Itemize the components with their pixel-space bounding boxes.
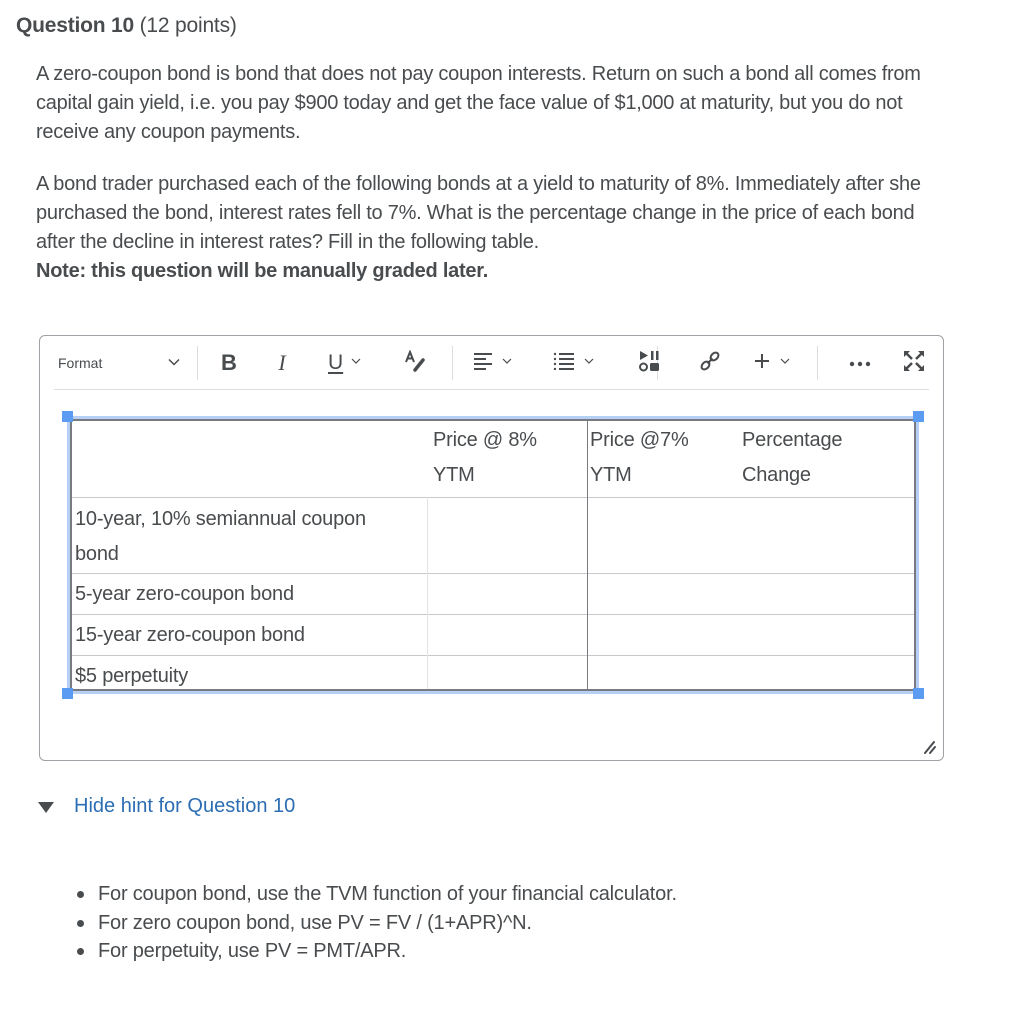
row-label-perpetuity[interactable]: $5 perpetuity	[75, 659, 188, 694]
bulleted-list-icon	[553, 352, 575, 375]
question-title: Question 10 (12 points)	[16, 14, 237, 38]
hint-item: For coupon bond, use the TVM function of…	[76, 880, 677, 909]
italic-icon: I	[278, 350, 286, 375]
align-dropdown[interactable]	[473, 348, 523, 378]
align-left-icon	[473, 352, 493, 375]
row-divider	[72, 497, 914, 498]
underline-icon: U	[328, 351, 344, 374]
insert-link-button[interactable]	[697, 348, 723, 378]
row-divider	[72, 614, 914, 615]
question-body: A bond trader purchased each of the foll…	[36, 173, 921, 253]
more-icon	[849, 354, 871, 372]
header-line: Price @ 8%	[433, 429, 537, 451]
row-divider	[72, 573, 914, 574]
answer-table[interactable]: Price @ 8% YTM Price @7% YTM Percentage …	[62, 411, 924, 699]
text-color-icon	[403, 348, 427, 377]
row-label-line: bond	[75, 543, 119, 565]
bold-icon: B	[221, 350, 237, 375]
resize-grip-icon[interactable]	[921, 738, 937, 754]
insert-media-button[interactable]	[637, 348, 663, 378]
bold-button[interactable]: B	[217, 348, 241, 378]
table-resize-handle[interactable]	[62, 411, 73, 422]
format-dropdown[interactable]: Format	[58, 348, 188, 378]
italic-button[interactable]: I	[272, 348, 292, 378]
toolbar-divider	[197, 346, 198, 380]
chevron-down-icon	[168, 358, 180, 368]
header-price-8[interactable]: Price @ 8% YTM	[433, 423, 537, 493]
question-paragraph-1: A zero-coupon bond is bond that does not…	[36, 63, 921, 143]
media-icon	[638, 350, 662, 377]
table-resize-handle[interactable]	[913, 688, 924, 699]
row-label-5yr-zero[interactable]: 5-year zero-coupon bond	[75, 577, 294, 612]
toolbar-divider	[817, 346, 818, 380]
question-paragraph-2: A bond trader purchased each of the foll…	[36, 170, 946, 286]
header-line: Change	[742, 464, 811, 486]
link-icon	[698, 349, 722, 378]
table-resize-handle[interactable]	[62, 688, 73, 699]
fullscreen-button[interactable]	[902, 348, 926, 378]
column-divider	[587, 421, 588, 689]
format-label: Format	[58, 355, 103, 371]
row-label-15yr-zero[interactable]: 15-year zero-coupon bond	[75, 618, 305, 653]
underline-button[interactable]: U	[328, 348, 374, 378]
triangle-down-icon	[38, 802, 54, 813]
header-line: Price @7%	[590, 429, 689, 451]
rich-text-editor[interactable]: Format B I U Price @ 8% YTM Price @7% YT…	[39, 335, 944, 761]
chevron-down-icon	[584, 358, 594, 368]
chevron-down-icon	[780, 358, 790, 368]
hint-item: For zero coupon bond, use PV = FV / (1+A…	[76, 909, 677, 938]
plus-icon	[753, 352, 771, 375]
chevron-down-icon	[351, 358, 361, 368]
hide-hint-label[interactable]: Hide hint for Question 10	[74, 795, 295, 818]
question-points: (12 points)	[139, 14, 237, 37]
header-price-7[interactable]: Price @7% YTM	[590, 423, 689, 493]
table-resize-handle[interactable]	[913, 411, 924, 422]
toolbar-divider	[452, 346, 453, 380]
expand-icon	[903, 350, 925, 377]
question-number: Question 10	[16, 14, 134, 37]
grading-note: Note: this question will be manually gra…	[36, 260, 489, 282]
list-dropdown[interactable]	[553, 348, 605, 378]
text-color-button[interactable]	[402, 348, 428, 378]
toolbar-bottom-border	[54, 389, 929, 390]
header-percentage-change[interactable]: Percentage Change	[742, 423, 842, 493]
header-line: YTM	[590, 464, 632, 486]
hint-item: For perpetuity, use PV = PMT/APR.	[76, 937, 677, 966]
chevron-down-icon	[502, 358, 512, 368]
row-label-line: 10-year, 10% semiannual coupon	[75, 508, 366, 530]
header-line: YTM	[433, 464, 475, 486]
column-divider	[427, 497, 428, 689]
table-body: Price @ 8% YTM Price @7% YTM Percentage …	[70, 419, 916, 691]
header-line: Percentage	[742, 429, 843, 451]
more-options-button[interactable]	[846, 348, 874, 378]
hint-list: For coupon bond, use the TVM function of…	[76, 880, 677, 966]
row-label-coupon-bond[interactable]: 10-year, 10% semiannual coupon bond	[75, 502, 366, 572]
hide-hint-toggle[interactable]: Hide hint for Question 10	[38, 795, 295, 818]
insert-dropdown[interactable]	[753, 348, 803, 378]
editor-toolbar: Format B I U	[40, 336, 943, 386]
row-divider	[72, 655, 914, 656]
